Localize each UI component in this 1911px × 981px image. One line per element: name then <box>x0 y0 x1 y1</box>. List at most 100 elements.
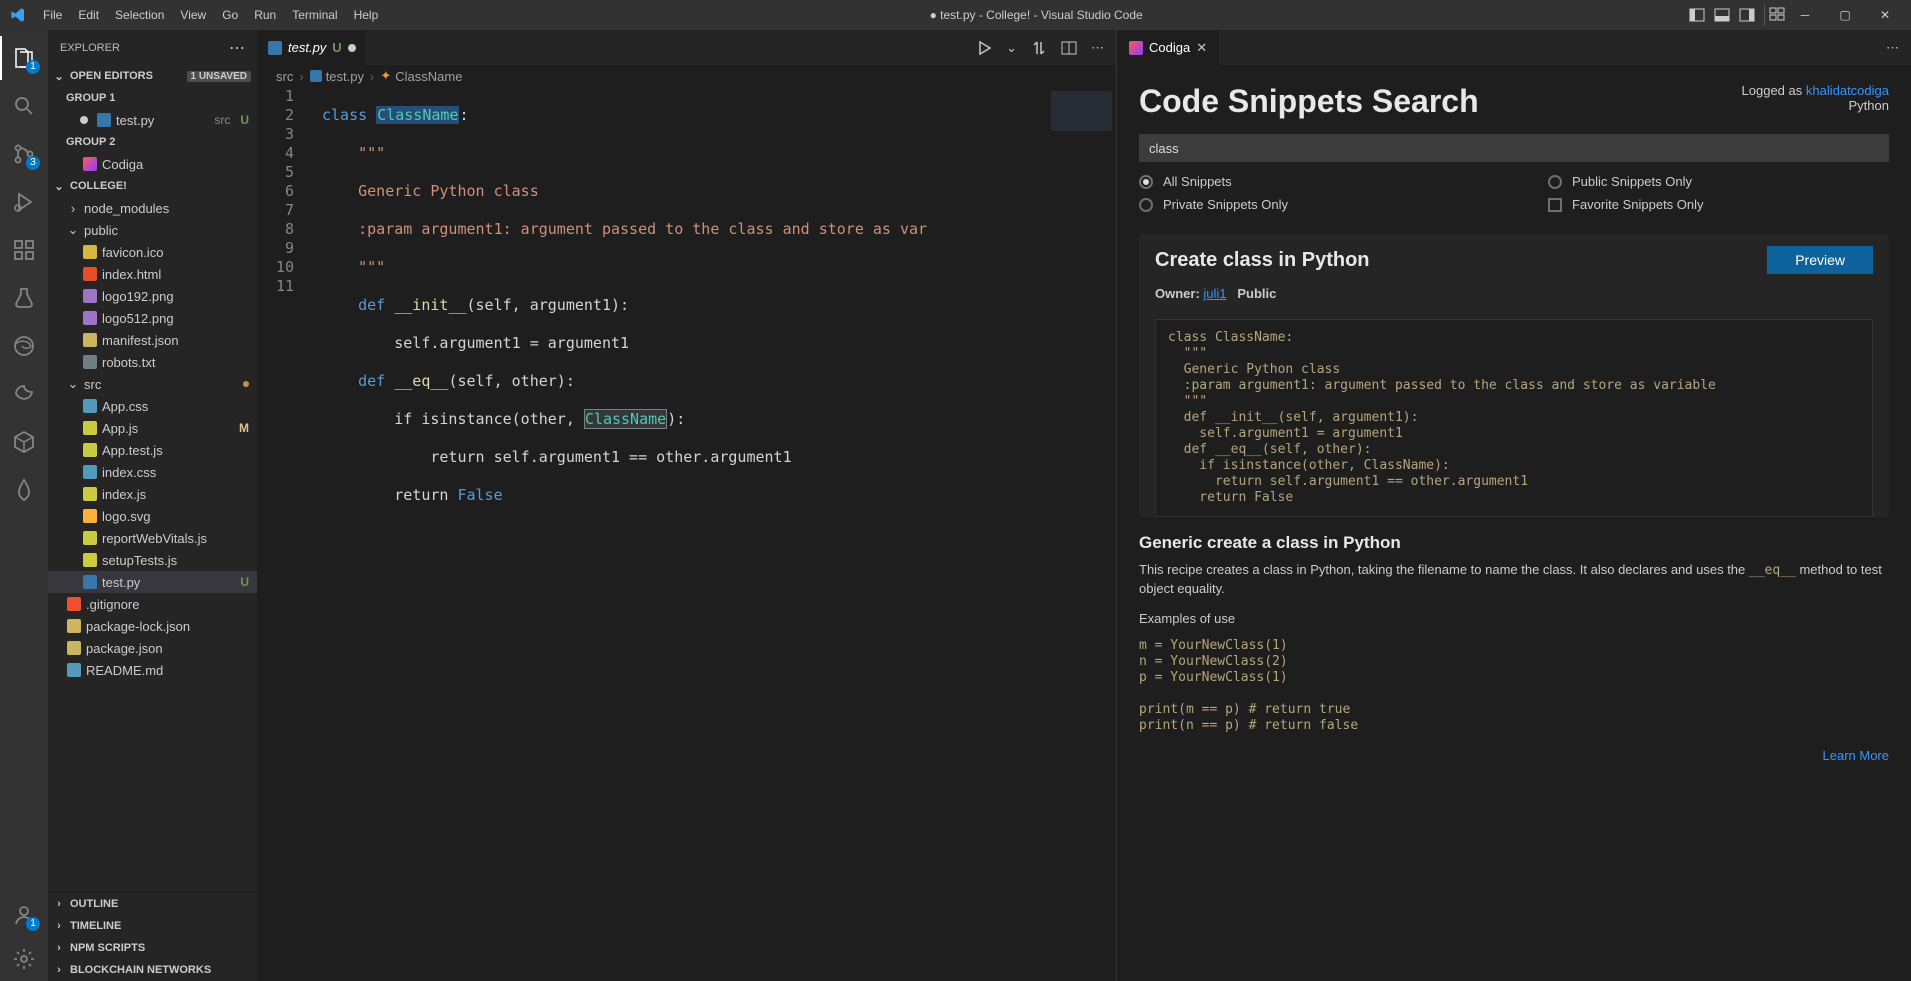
maximize-button[interactable]: ▢ <box>1825 0 1865 30</box>
file-item[interactable]: logo192.png <box>48 285 257 307</box>
tab-codiga[interactable]: Codiga ✕ <box>1117 30 1219 65</box>
code-content[interactable]: class ClassName: """ Generic Python clas… <box>312 87 1046 981</box>
file-item[interactable]: robots.txt <box>48 351 257 373</box>
split-editor-icon[interactable] <box>1061 40 1077 56</box>
run-button[interactable] <box>976 40 992 56</box>
breadcrumb-src[interactable]: src <box>276 69 293 84</box>
menu-selection[interactable]: Selection <box>107 0 172 30</box>
explorer-title: EXPLORER <box>60 42 120 54</box>
file-item[interactable]: index.html <box>48 263 257 285</box>
menu-file[interactable]: File <box>35 0 70 30</box>
activity-debug[interactable] <box>0 180 48 224</box>
codiga-lang: Python <box>1849 98 1889 113</box>
file-item[interactable]: .gitignore <box>48 593 257 615</box>
layout-right-icon[interactable] <box>1736 4 1758 26</box>
group-1[interactable]: GROUP 1 <box>48 87 257 109</box>
minimize-button[interactable]: ─ <box>1785 0 1825 30</box>
explorer-more-icon[interactable]: ⋯ <box>229 38 245 58</box>
filter-public[interactable]: Public Snippets Only <box>1548 174 1704 189</box>
activity-cube[interactable] <box>0 420 48 464</box>
breadcrumb[interactable]: src › test.py › ✦ClassName <box>258 65 1116 87</box>
panel-timeline[interactable]: ›TIMELINE <box>48 915 257 937</box>
para-code: __eq__ <box>1749 563 1796 578</box>
menu-run[interactable]: Run <box>246 0 284 30</box>
menu-help[interactable]: Help <box>346 0 387 30</box>
activity-extensions[interactable] <box>0 228 48 272</box>
titlebar-right: ─ ▢ ✕ <box>1686 0 1911 30</box>
file-label: reportWebVitals.js <box>102 531 257 546</box>
layout-left-icon[interactable] <box>1686 4 1708 26</box>
open-editor-file[interactable]: test.py src U <box>48 109 257 131</box>
tab-close-icon[interactable]: ✕ <box>1196 40 1207 56</box>
file-item[interactable]: App.jsM <box>48 417 257 439</box>
codiga-search-input[interactable] <box>1139 134 1889 162</box>
breadcrumb-file[interactable]: test.py <box>310 69 364 84</box>
folder-public[interactable]: ⌄public <box>48 219 257 241</box>
file-item[interactable]: index.js <box>48 483 257 505</box>
file-item[interactable]: package.json <box>48 637 257 659</box>
file-item[interactable]: setupTests.js <box>48 549 257 571</box>
file-item[interactable]: index.css <box>48 461 257 483</box>
minimap[interactable] <box>1046 87 1116 981</box>
menu-edit[interactable]: Edit <box>70 0 107 30</box>
project-name: COLLEGE! <box>70 180 257 192</box>
file-icon <box>83 267 97 281</box>
filter-fav[interactable]: Favorite Snippets Only <box>1548 197 1704 212</box>
layout-bottom-icon[interactable] <box>1711 4 1733 26</box>
owner-link[interactable]: juli1 <box>1203 286 1226 301</box>
folder-label: public <box>84 223 257 238</box>
activity-scm[interactable]: 3 <box>0 132 48 176</box>
panel-more-icon[interactable]: ⋯ <box>1874 30 1911 65</box>
file-icon <box>83 575 97 589</box>
file-item[interactable]: logo512.png <box>48 307 257 329</box>
tab-label: test.py <box>288 40 326 55</box>
file-label: logo.svg <box>102 509 257 524</box>
menu-go[interactable]: Go <box>214 0 246 30</box>
filter-private[interactable]: Private Snippets Only <box>1139 197 1288 212</box>
file-label: index.js <box>102 487 257 502</box>
menu-terminal[interactable]: Terminal <box>284 0 345 30</box>
filter-all[interactable]: All Snippets <box>1139 174 1288 189</box>
file-icon <box>83 333 97 347</box>
para-a: This recipe creates a class in Python, t… <box>1139 562 1749 577</box>
activity-edge[interactable] <box>0 324 48 368</box>
breadcrumb-symbol[interactable]: ✦ClassName <box>380 68 462 84</box>
file-item[interactable]: package-lock.json <box>48 615 257 637</box>
editor-more-icon[interactable]: ⋯ <box>1091 40 1104 56</box>
file-item[interactable]: manifest.json <box>48 329 257 351</box>
panel-npm[interactable]: ›NPM SCRIPTS <box>48 937 257 959</box>
close-button[interactable]: ✕ <box>1865 0 1905 30</box>
code-editor[interactable]: 1234567891011 class ClassName: """ Gener… <box>258 87 1116 981</box>
activity-settings[interactable] <box>0 937 48 981</box>
learn-more-link[interactable]: Learn More <box>1823 748 1889 763</box>
file-item[interactable]: README.md <box>48 659 257 681</box>
group-2[interactable]: GROUP 2 <box>48 131 257 153</box>
file-item[interactable]: logo.svg <box>48 505 257 527</box>
folder-node-modules[interactable]: ›node_modules <box>48 197 257 219</box>
folder-src[interactable]: ⌄src <box>48 373 257 395</box>
file-item[interactable]: favicon.ico <box>48 241 257 263</box>
preview-button[interactable]: Preview <box>1767 246 1873 274</box>
file-item[interactable]: App.css <box>48 395 257 417</box>
layout-customize-icon[interactable] <box>1769 6 1785 25</box>
activity-search[interactable] <box>0 84 48 128</box>
project-section[interactable]: ⌄COLLEGE! <box>48 175 257 197</box>
file-icon <box>67 619 81 633</box>
activity-explorer[interactable]: 1 <box>0 36 48 80</box>
compare-icon[interactable] <box>1031 40 1047 56</box>
run-dropdown[interactable]: ⌄ <box>1006 40 1017 56</box>
tab-testpy[interactable]: test.py U <box>258 30 367 65</box>
activity-mongo[interactable] <box>0 468 48 512</box>
panel-outline[interactable]: ›OUTLINE <box>48 893 257 915</box>
activity-share[interactable] <box>0 372 48 416</box>
file-item[interactable]: App.test.js <box>48 439 257 461</box>
open-editors-section[interactable]: ⌄ OPEN EDITORS 1 UNSAVED <box>48 65 257 87</box>
file-item[interactable]: test.pyU <box>48 571 257 593</box>
open-editor-codiga[interactable]: Codiga <box>48 153 257 175</box>
menu-view[interactable]: View <box>172 0 214 30</box>
activity-testing[interactable] <box>0 276 48 320</box>
file-item[interactable]: reportWebVitals.js <box>48 527 257 549</box>
activity-accounts[interactable]: 1 <box>0 893 48 937</box>
codiga-user-link[interactable]: khalidatcodiga <box>1806 83 1889 98</box>
panel-blockchain[interactable]: ›BLOCKCHAIN NETWORKS <box>48 959 257 981</box>
